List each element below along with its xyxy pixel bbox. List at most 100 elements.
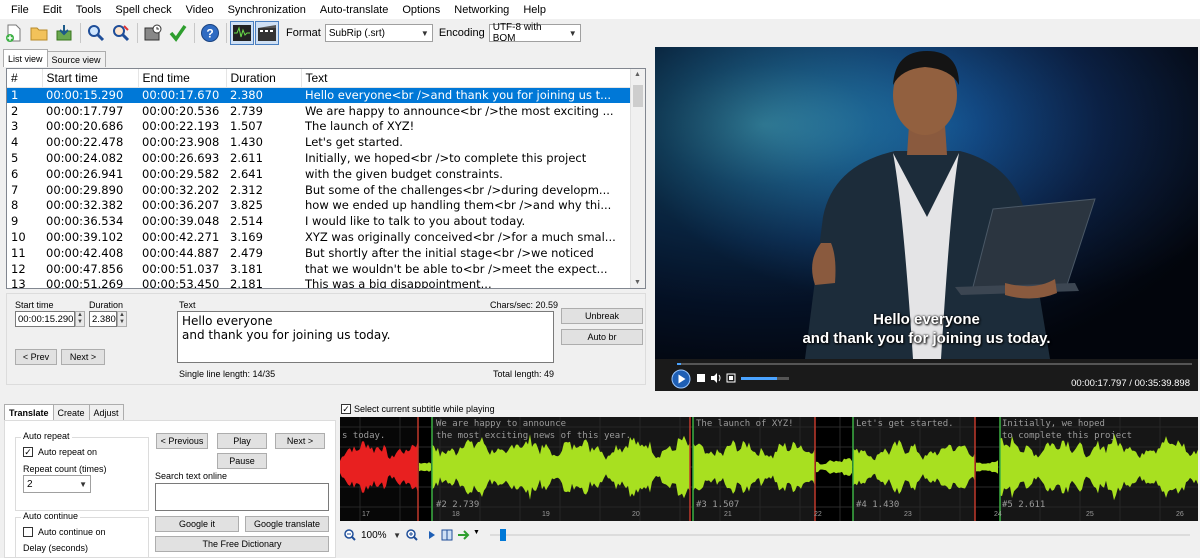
column-header-number[interactable]: # xyxy=(7,69,43,88)
column-header-duration[interactable]: Duration xyxy=(226,69,302,88)
table-row[interactable]: 3 00:00:20.686 00:00:22.193 1.507 The launch… xyxy=(7,119,631,135)
subtitle-list[interactable]: # Start time End time Duration Text 1 00:… xyxy=(6,68,646,289)
cell-number: 6 xyxy=(11,166,19,181)
table-row[interactable]: 11 00:00:42.408 00:00:44.887 2.479 But short… xyxy=(7,245,631,261)
toolbar-separator xyxy=(226,23,227,43)
stop-icon[interactable] xyxy=(697,374,705,382)
cell-start: 00:00:47.856 xyxy=(46,261,124,276)
table-row[interactable]: 8 00:00:32.382 00:00:36.207 3.825 how we end… xyxy=(7,198,631,214)
table-row[interactable]: 2 00:00:17.797 00:00:20.536 2.739 We are hap… xyxy=(7,103,631,119)
menu-file[interactable]: File xyxy=(4,4,36,16)
pause-button[interactable]: Pause xyxy=(217,453,267,469)
chevron-down-icon: ▼ xyxy=(568,28,577,38)
svg-text:?: ? xyxy=(206,27,213,41)
table-row[interactable]: 4 00:00:22.478 00:00:23.908 1.430 Let's get … xyxy=(7,134,631,150)
tab-translate[interactable]: Translate xyxy=(4,404,54,420)
video-player[interactable]: Hello everyone and thank you for joining… xyxy=(655,47,1198,391)
play-icon[interactable] xyxy=(671,369,691,389)
table-row[interactable]: 13 00:00:51.269 00:00:53.450 2.181 This was … xyxy=(7,277,631,288)
visual-sync-icon[interactable] xyxy=(141,21,165,45)
table-row[interactable]: 6 00:00:26.941 00:00:29.582 2.641 with the g… xyxy=(7,166,631,182)
replace-icon[interactable] xyxy=(109,21,133,45)
auto-continue-label: Auto continue on xyxy=(38,527,106,537)
volume-icon[interactable] xyxy=(710,372,722,384)
free-dictionary-button[interactable]: The Free Dictionary xyxy=(155,536,329,552)
zoom-out-icon[interactable] xyxy=(344,529,356,541)
duration-spinner[interactable]: ▲ ▼ xyxy=(117,311,127,327)
menu-options[interactable]: Options xyxy=(395,4,447,16)
chevron-down-icon[interactable]: ▼ xyxy=(473,529,480,536)
auto-continue-checkbox[interactable] xyxy=(23,527,33,537)
split-view-icon[interactable] xyxy=(441,529,453,541)
auto-repeat-checkbox[interactable]: ✓ xyxy=(23,447,33,457)
next-subtitle-button[interactable]: Next > xyxy=(275,433,325,449)
google-translate-button[interactable]: Google translate xyxy=(245,516,329,532)
play-button[interactable]: Play xyxy=(217,433,267,449)
table-row[interactable]: 10 00:00:39.102 00:00:42.271 3.169 XYZ was o… xyxy=(7,229,631,245)
list-scrollbar[interactable]: ▲ ▼ xyxy=(630,69,645,288)
column-header-text[interactable]: Text xyxy=(301,69,632,88)
table-row[interactable]: 5 00:00:24.082 00:00:26.693 2.611 Initially,… xyxy=(7,150,631,166)
cell-end: 00:00:26.693 xyxy=(142,151,220,166)
waveform-position-slider[interactable] xyxy=(490,529,1190,541)
cell-number: 9 xyxy=(11,214,19,229)
cell-text: XYZ was originally conceived<br />for a … xyxy=(305,230,616,245)
waveform-display[interactable]: s today. We are happy to announce the mo… xyxy=(340,417,1198,521)
format-select[interactable]: SubRip (.srt) ▼ xyxy=(324,24,433,42)
menu-help[interactable]: Help xyxy=(516,4,553,16)
scroll-up-icon[interactable]: ▲ xyxy=(634,71,641,78)
tab-create[interactable]: Create xyxy=(52,404,90,420)
auto-br-button[interactable]: Auto br xyxy=(561,329,643,345)
select-while-playing-checkbox[interactable]: ✓ xyxy=(341,404,351,414)
repeat-count-select[interactable]: 2 ▼ xyxy=(23,475,91,493)
start-time-spinner[interactable]: ▲ ▼ xyxy=(75,311,85,327)
arrows-icon[interactable] xyxy=(457,529,471,541)
open-folder-icon[interactable] xyxy=(27,21,51,45)
menu-edit[interactable]: Edit xyxy=(36,4,69,16)
duration-input[interactable]: 2.380 xyxy=(89,311,117,327)
scroll-thumb[interactable] xyxy=(633,85,643,107)
unbreak-button[interactable]: Unbreak xyxy=(561,308,643,324)
video-seek-bar[interactable] xyxy=(677,363,1192,365)
table-row[interactable]: 1 00:00:15.290 00:00:17.670 2.380 Hello ever… xyxy=(7,87,631,103)
menu-networking[interactable]: Networking xyxy=(447,4,516,16)
new-file-icon[interactable] xyxy=(2,21,26,45)
find-icon[interactable] xyxy=(84,21,108,45)
zoom-in-icon[interactable] xyxy=(406,529,418,541)
translate-content: Auto repeat ✓ Auto repeat on Repeat coun… xyxy=(4,420,336,558)
save-icon[interactable] xyxy=(52,21,76,45)
menu-spell-check[interactable]: Spell check xyxy=(108,4,178,16)
prev-button[interactable]: < Prev xyxy=(15,349,57,365)
menu-video[interactable]: Video xyxy=(179,4,221,16)
encoding-select[interactable]: UTF-8 with BOM ▼ xyxy=(488,22,581,44)
play-waveform-icon[interactable] xyxy=(428,530,436,540)
google-it-button[interactable]: Google it xyxy=(155,516,239,532)
video-frame: Hello everyone and thank you for joining… xyxy=(655,47,1198,359)
video-toggle-icon[interactable] xyxy=(255,21,279,45)
tab-adjust[interactable]: Adjust xyxy=(88,404,124,420)
column-header-start[interactable]: Start time xyxy=(42,69,139,88)
menu-tools[interactable]: Tools xyxy=(69,4,109,16)
previous-button[interactable]: < Previous xyxy=(156,433,208,449)
column-header-end[interactable]: End time xyxy=(138,69,227,88)
tab-list-view[interactable]: List view xyxy=(3,49,48,67)
next-button[interactable]: Next > xyxy=(61,349,105,365)
fullscreen-icon[interactable] xyxy=(726,373,736,383)
tab-source-view[interactable]: Source view xyxy=(46,51,106,67)
subtitle-text-input[interactable]: Hello everyone and thank you for joining… xyxy=(177,311,554,363)
table-row[interactable]: 12 00:00:47.856 00:00:51.037 3.181 that we w… xyxy=(7,261,631,277)
start-time-input[interactable]: 00:00:15.290 xyxy=(15,311,75,327)
volume-slider[interactable] xyxy=(741,377,789,380)
segment-5-number: #5 2.611 xyxy=(1002,500,1046,510)
menu-synchronization[interactable]: Synchronization xyxy=(221,4,313,16)
scroll-down-icon[interactable]: ▼ xyxy=(634,279,641,286)
menu-auto-translate[interactable]: Auto-translate xyxy=(313,4,395,16)
table-row[interactable]: 7 00:00:29.890 00:00:32.202 2.312 But some o… xyxy=(7,182,631,198)
waveform-toggle-icon[interactable] xyxy=(230,21,254,45)
help-icon[interactable]: ? xyxy=(198,21,222,45)
search-online-input[interactable] xyxy=(155,483,329,511)
table-row[interactable]: 9 00:00:36.534 00:00:39.048 2.514 I would li… xyxy=(7,213,631,229)
spell-check-icon[interactable] xyxy=(166,21,190,45)
duration-label: Duration xyxy=(89,300,124,310)
zoom-select[interactable]: 100% ▼ xyxy=(358,526,404,544)
